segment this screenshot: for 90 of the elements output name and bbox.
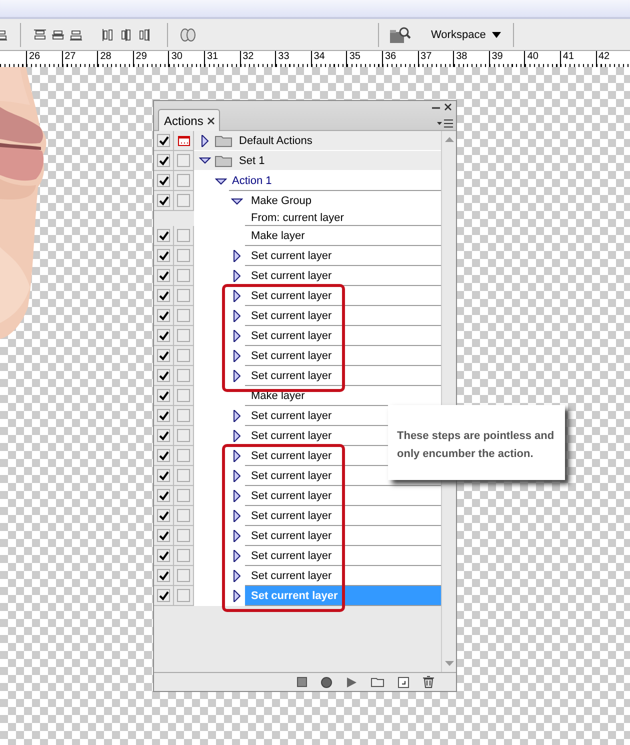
folder-search-icon[interactable] [389, 26, 411, 44]
align-icon[interactable] [51, 28, 65, 42]
toggle-checkbox[interactable] [157, 509, 170, 522]
folder-icon[interactable] [371, 677, 384, 687]
toggle-checkbox[interactable] [157, 569, 170, 582]
toggle-checkbox[interactable] [157, 549, 170, 562]
toggle-checkbox[interactable] [157, 389, 170, 402]
dialog-checkbox[interactable] [177, 194, 190, 207]
toggle-checkbox[interactable] [157, 134, 170, 147]
dialog-checkbox[interactable] [177, 309, 190, 322]
collapsed-triangle-icon[interactable] [232, 330, 242, 342]
toggle-checkbox[interactable] [157, 449, 170, 462]
toggle-checkbox[interactable] [157, 174, 170, 187]
toggle-checkbox[interactable] [157, 469, 170, 482]
close-icon[interactable] [444, 103, 452, 111]
dialog-checkbox[interactable] [177, 369, 190, 382]
collapsed-triangle-icon[interactable] [232, 490, 242, 502]
dialog-checkbox[interactable] [177, 429, 190, 442]
toggle-checkbox[interactable] [157, 154, 170, 167]
dialog-checkbox[interactable] [177, 549, 190, 562]
dialog-checkbox[interactable] [177, 229, 190, 242]
collapsed-triangle-icon[interactable] [232, 270, 242, 282]
toggle-checkbox[interactable] [157, 489, 170, 502]
distribute-icon[interactable] [137, 28, 151, 42]
collapsed-triangle-icon[interactable] [232, 590, 242, 602]
collapsed-triangle-icon[interactable] [232, 250, 242, 262]
toggle-checkbox[interactable] [157, 349, 170, 362]
dialog-checkbox[interactable] [177, 569, 190, 582]
toggle-checkbox[interactable] [157, 529, 170, 542]
expanded-triangle-icon[interactable] [199, 156, 211, 165]
caret-icon [492, 32, 501, 38]
toggle-checkbox[interactable] [157, 329, 170, 342]
toggle-checkbox[interactable] [157, 269, 170, 282]
collapsed-triangle-icon[interactable] [232, 310, 242, 322]
dialog-checkbox[interactable] [177, 449, 190, 462]
record-icon[interactable] [321, 676, 332, 688]
toggle-checkbox[interactable] [157, 289, 170, 302]
collapsed-triangle-icon[interactable] [232, 430, 242, 442]
dialog-toggle[interactable] [177, 134, 190, 147]
collapsed-triangle-icon[interactable] [232, 510, 242, 522]
dialog-checkbox[interactable] [177, 489, 190, 502]
toggle-checkbox[interactable] [157, 194, 170, 207]
play-icon[interactable] [346, 676, 357, 688]
folder-icon [215, 134, 232, 147]
toggle-checkbox[interactable] [157, 229, 170, 242]
toggle-checkbox[interactable] [157, 409, 170, 422]
dialog-checkbox[interactable] [177, 269, 190, 282]
collapsed-triangle-icon[interactable] [200, 134, 210, 146]
distribute-icon[interactable] [119, 28, 133, 42]
dialog-checkbox[interactable] [177, 154, 190, 167]
dialog-checkbox[interactable] [177, 249, 190, 262]
dialog-checkbox[interactable] [177, 329, 190, 342]
collapsed-triangle-icon[interactable] [232, 410, 242, 422]
close-icon[interactable] [207, 116, 216, 124]
menu-icon[interactable] [437, 119, 453, 128]
align-icon[interactable] [33, 28, 47, 42]
action-set[interactable]: Default Actions [213, 131, 441, 150]
dialog-checkbox[interactable] [177, 174, 190, 187]
toggle-checkbox[interactable] [157, 589, 170, 602]
dialog-checkbox[interactable] [177, 509, 190, 522]
action-set[interactable]: Set 1 [213, 151, 441, 170]
expanded-triangle-icon[interactable] [215, 176, 227, 186]
actions-tab[interactable]: Actions [158, 109, 220, 131]
collapsed-triangle-icon[interactable] [232, 470, 242, 482]
dialog-checkbox[interactable] [177, 289, 190, 302]
collapsed-triangle-icon[interactable] [232, 450, 242, 462]
distribute-icon[interactable] [101, 28, 115, 42]
align-icon[interactable] [69, 28, 83, 42]
folder-icon [215, 154, 232, 167]
workspace-button[interactable]: Workspace [427, 26, 505, 42]
collapsed-triangle-icon[interactable] [232, 550, 242, 562]
collapsed-triangle-icon[interactable] [232, 370, 242, 382]
collapsed-triangle-icon[interactable] [232, 290, 242, 302]
dialog-checkbox[interactable] [177, 349, 190, 362]
dialog-checkbox[interactable] [177, 409, 190, 422]
trash-icon[interactable] [423, 676, 434, 688]
new-item-icon[interactable] [398, 676, 409, 688]
toggle-checkbox[interactable] [157, 249, 170, 262]
expanded-triangle-icon[interactable] [231, 196, 243, 206]
toggle-checkbox[interactable] [157, 309, 170, 322]
auto-align-icon[interactable] [180, 28, 196, 42]
dialog-checkbox[interactable] [177, 529, 190, 542]
dialog-checkbox[interactable] [177, 389, 190, 402]
toggle-checkbox[interactable] [157, 429, 170, 442]
collapsed-triangle-icon[interactable] [232, 570, 242, 582]
toggle-checkbox[interactable] [157, 369, 170, 382]
collapsed-triangle-icon[interactable] [232, 530, 242, 542]
dialog-checkbox[interactable] [177, 589, 190, 602]
dialog-checkbox[interactable] [177, 469, 190, 482]
collapsed-triangle-icon[interactable] [232, 350, 242, 362]
